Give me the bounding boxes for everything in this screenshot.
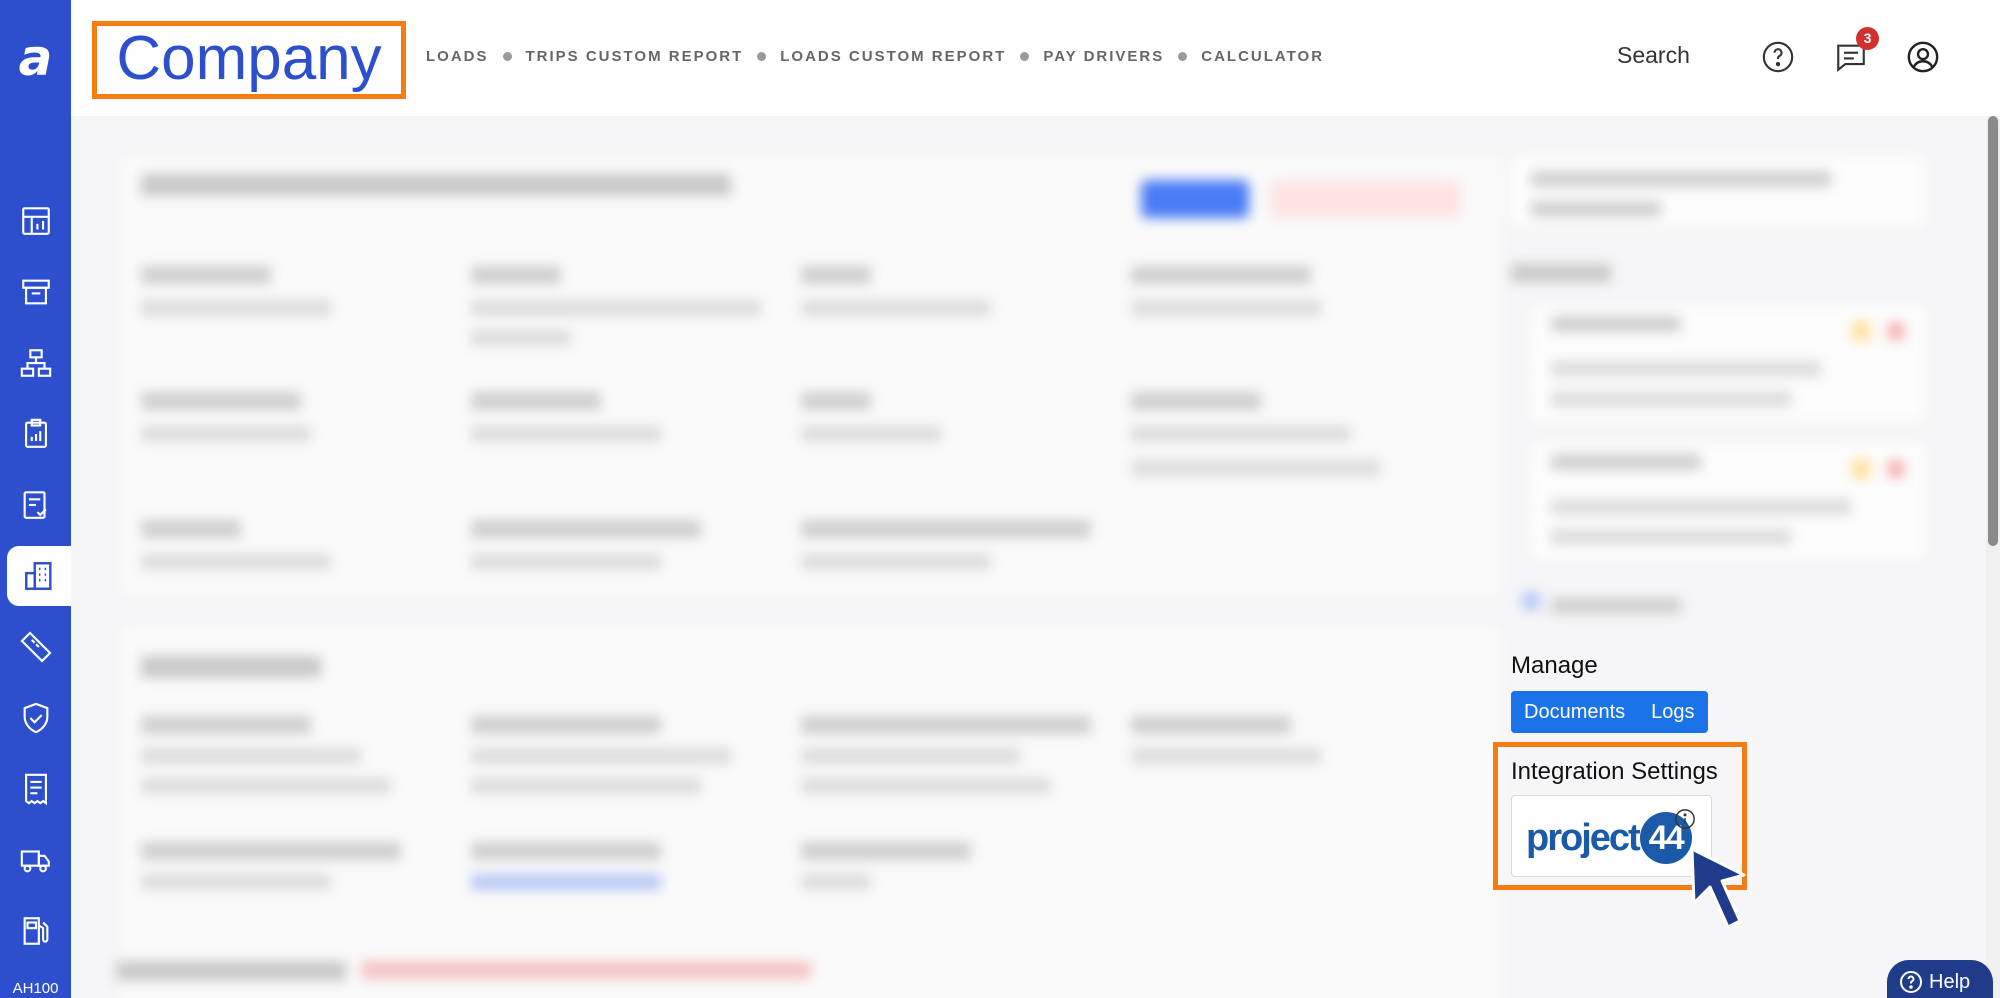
project44-integration-card[interactable]: project 44 bbox=[1511, 795, 1712, 877]
integration-settings-title: Integration Settings bbox=[1511, 758, 1718, 785]
search-button[interactable]: Search bbox=[1617, 42, 1690, 69]
nav-separator bbox=[502, 52, 512, 61]
pointer-cursor-icon bbox=[1690, 847, 1746, 929]
sidebar-item-dashboard[interactable] bbox=[0, 191, 71, 251]
nav-link-loads[interactable]: LOADS bbox=[426, 48, 489, 65]
documents-button[interactable]: Documents bbox=[1511, 691, 1639, 733]
sidebar-item-company[interactable] bbox=[7, 546, 71, 606]
redacted-edit-button bbox=[1141, 180, 1249, 218]
redacted-fields bbox=[141, 266, 1441, 570]
info-icon[interactable] bbox=[1674, 808, 1696, 830]
redacted-footer-note bbox=[361, 961, 811, 979]
sidebar: a AH100 bbox=[0, 0, 71, 998]
nav-link-loads-custom-report[interactable]: LOADS CUSTOM REPORT bbox=[780, 48, 1006, 65]
notification-badge: 3 bbox=[1856, 27, 1879, 50]
manage-button-group: Documents Logs bbox=[1511, 691, 1708, 733]
app-logo[interactable]: a bbox=[0, 30, 71, 86]
help-circle-icon[interactable] bbox=[1761, 40, 1795, 74]
ruler-icon bbox=[19, 631, 52, 663]
page-title-highlight: Company bbox=[92, 21, 406, 99]
dashboard-icon bbox=[21, 207, 50, 235]
logs-button[interactable]: Logs bbox=[1638, 691, 1708, 733]
sidebar-item-trucks[interactable] bbox=[0, 830, 71, 890]
page-title: Company bbox=[116, 24, 382, 93]
help-circle-icon bbox=[1900, 971, 1922, 993]
sidebar-item-clipboard[interactable] bbox=[0, 404, 71, 464]
manage-title: Manage bbox=[1511, 652, 1598, 679]
project44-logo: project 44 bbox=[1526, 812, 1692, 864]
help-button[interactable]: Help bbox=[1887, 960, 1993, 998]
building-icon bbox=[25, 562, 52, 590]
nav-separator bbox=[1020, 52, 1030, 61]
nav-link-pay-drivers[interactable]: PAY DRIVERS bbox=[1043, 48, 1164, 65]
project44-logo-text: project bbox=[1526, 816, 1641, 859]
fuel-icon bbox=[23, 917, 48, 945]
truck-icon bbox=[20, 850, 50, 873]
redacted-footer-label bbox=[116, 961, 346, 981]
nav-link-calculator[interactable]: CALCULATOR bbox=[1201, 48, 1324, 65]
redacted-delete-button bbox=[1271, 180, 1461, 218]
nav-link-trips-custom-report[interactable]: TRIPS CUSTOM REPORT bbox=[526, 48, 744, 65]
top-header: Company LOADS TRIPS CUSTOM REPORT LOADS … bbox=[71, 0, 2000, 116]
sidebar-item-compliance[interactable] bbox=[0, 688, 71, 748]
sidebar-item-ruler[interactable] bbox=[0, 617, 71, 677]
top-nav: LOADS TRIPS CUSTOM REPORT LOADS CUSTOM R… bbox=[426, 48, 1324, 65]
nav-separator bbox=[757, 52, 767, 61]
checklist-icon bbox=[23, 491, 47, 519]
sidebar-item-receipt[interactable] bbox=[0, 759, 71, 819]
scrollbar[interactable] bbox=[1986, 116, 2000, 998]
receipt-icon bbox=[24, 773, 47, 806]
help-button-label: Help bbox=[1929, 970, 1971, 993]
redacted-section-title bbox=[141, 656, 321, 678]
redacted-invoicing-fields bbox=[141, 716, 1441, 996]
sidebar-item-archive[interactable] bbox=[0, 262, 71, 322]
sidebar-item-fuel[interactable] bbox=[0, 901, 71, 961]
sidebar-item-checklist[interactable] bbox=[0, 475, 71, 535]
hierarchy-icon bbox=[20, 349, 51, 377]
account-code: AH100 bbox=[12, 980, 59, 997]
shield-check-icon bbox=[23, 702, 48, 734]
redacted-company-name bbox=[141, 174, 731, 196]
nav-separator bbox=[1178, 52, 1188, 61]
scrollbar-thumb[interactable] bbox=[1988, 116, 1998, 546]
sidebar-item-hierarchy[interactable] bbox=[0, 333, 71, 393]
archive-icon bbox=[21, 279, 50, 305]
clipboard-icon bbox=[24, 418, 47, 448]
user-account-icon[interactable] bbox=[1906, 40, 1940, 74]
